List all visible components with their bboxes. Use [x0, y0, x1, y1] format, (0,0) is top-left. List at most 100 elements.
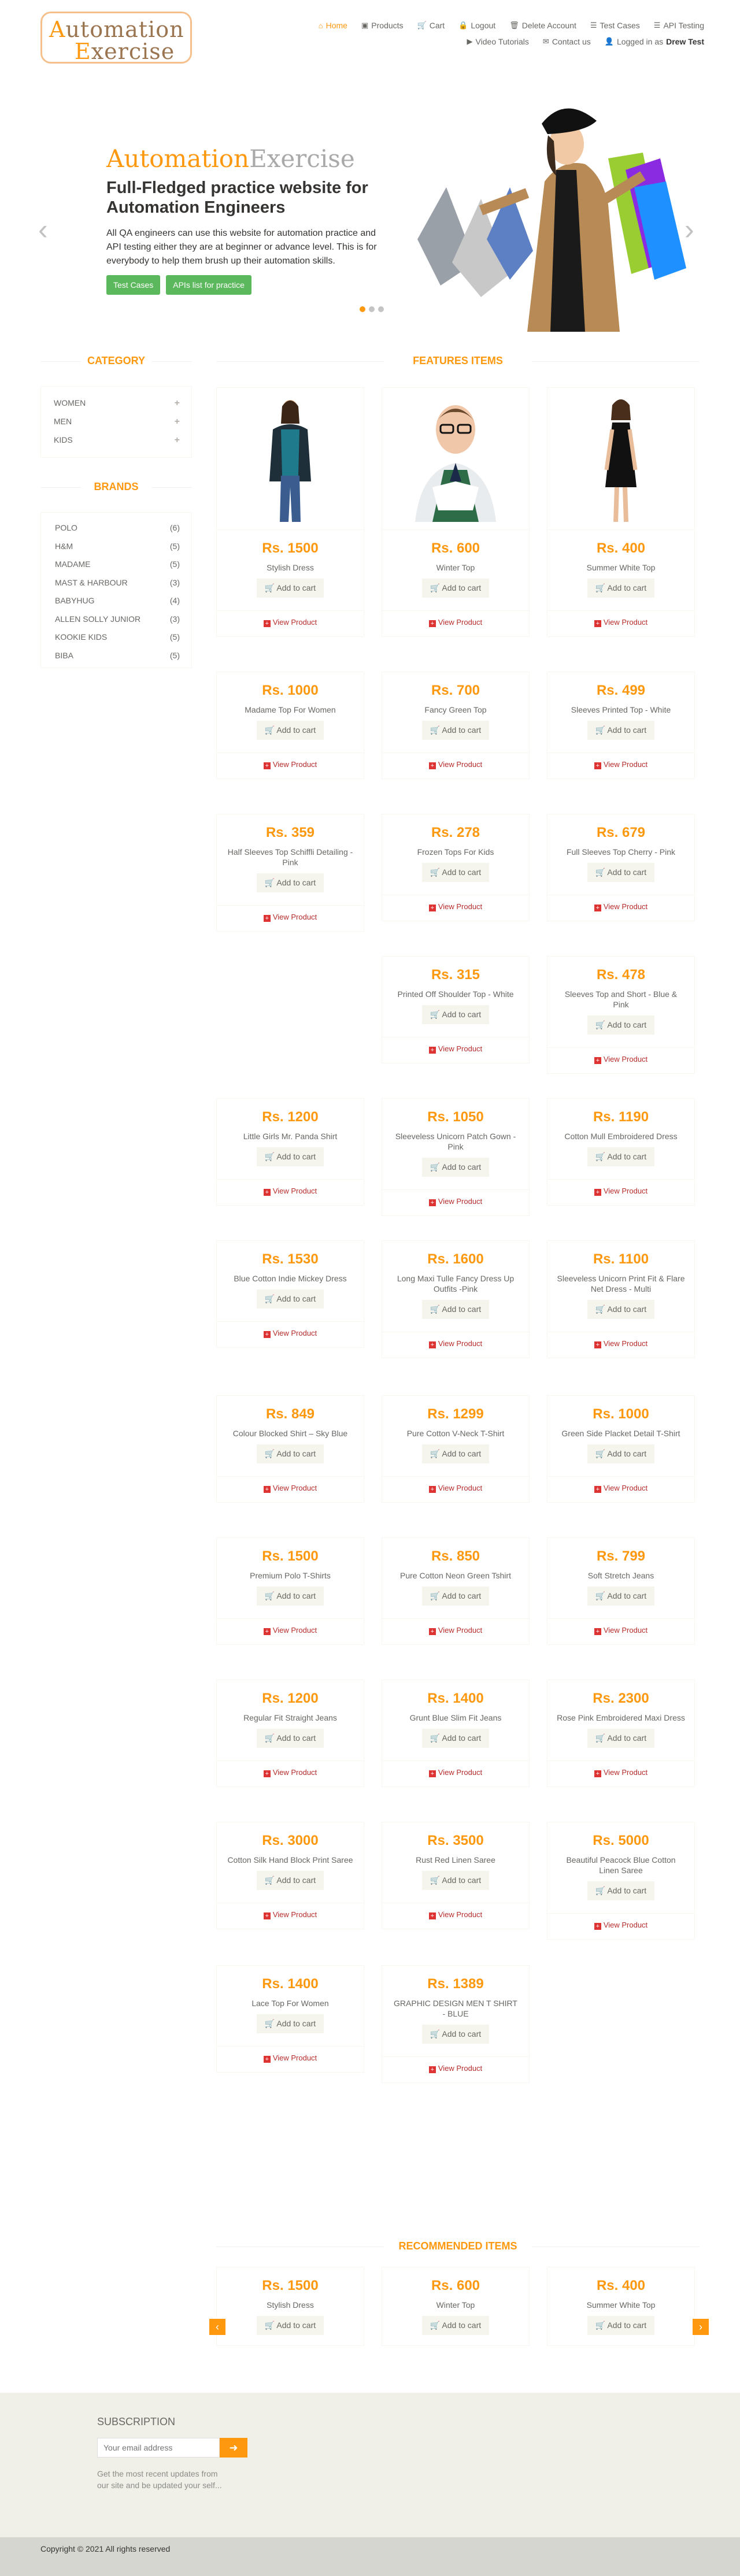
brand-item[interactable]: MAST & HARBOUR (3) — [55, 578, 180, 596]
add-to-cart-button[interactable]: 🛒 Add to cart — [587, 1444, 655, 1463]
brand-item[interactable]: KOOKIE KIDS (5) — [55, 632, 180, 651]
add-to-cart-button[interactable]: 🛒 Add to cart — [587, 1015, 655, 1035]
subscribe-button[interactable]: ➜ — [220, 2438, 247, 2458]
nav-home[interactable]: ⌂ Home — [319, 21, 347, 30]
add-to-cart-button[interactable]: 🛒 Add to cart — [587, 2316, 655, 2335]
site-logo[interactable]: Automation Exercise — [40, 12, 192, 64]
add-to-cart-button[interactable]: 🛒 Add to cart — [256, 1587, 324, 1606]
slider-dot[interactable] — [360, 306, 365, 312]
add-to-cart-button[interactable]: 🛒 Add to cart — [587, 863, 655, 882]
view-product-link[interactable]: +View Product — [382, 1910, 529, 1919]
add-to-cart-button[interactable]: 🛒 Add to cart — [421, 1587, 490, 1606]
add-to-cart-button[interactable]: 🛒 Add to cart — [421, 1158, 490, 1177]
apis-list-button[interactable]: APIs list for practice — [166, 275, 251, 295]
view-product-link[interactable]: +View Product — [547, 1626, 694, 1635]
view-product-link[interactable]: +View Product — [217, 1910, 364, 1919]
subscribe-email-input[interactable] — [97, 2438, 220, 2458]
add-to-cart-button[interactable]: 🛒 Add to cart — [256, 721, 324, 740]
nav-video-tutorials[interactable]: ▶ Video Tutorials — [467, 37, 529, 46]
add-to-cart-button[interactable]: 🛒 Add to cart — [587, 1729, 655, 1748]
nav-products[interactable]: ▣ Products — [361, 21, 404, 30]
nav-cart[interactable]: 🛒 Cart — [417, 21, 445, 30]
view-product-link[interactable]: +View Product — [382, 618, 529, 627]
view-product-link[interactable]: +View Product — [382, 1339, 529, 1348]
add-to-cart-button[interactable]: 🛒 Add to cart — [421, 579, 490, 598]
view-product-link[interactable]: +View Product — [217, 2054, 364, 2063]
category-item[interactable]: KIDS + — [54, 435, 180, 454]
recommended-next-arrow[interactable]: › — [693, 2319, 709, 2335]
add-to-cart-button[interactable]: 🛒 Add to cart — [256, 1871, 324, 1890]
add-to-cart-button[interactable]: 🛒 Add to cart — [421, 2025, 490, 2044]
view-product-link[interactable]: +View Product — [382, 760, 529, 769]
view-product-link[interactable]: +View Product — [547, 1921, 694, 1930]
add-to-cart-button[interactable]: 🛒 Add to cart — [256, 2316, 324, 2335]
brand-item[interactable]: MADAME (5) — [55, 559, 180, 578]
view-product-link[interactable]: +View Product — [547, 760, 694, 769]
view-product-link[interactable]: +View Product — [217, 1484, 364, 1493]
view-product-link[interactable]: +View Product — [382, 1197, 529, 1206]
view-product-link[interactable]: +View Product — [217, 760, 364, 769]
add-to-cart-button[interactable]: 🛒 Add to cart — [587, 1147, 655, 1166]
add-to-cart-button[interactable]: 🛒 Add to cart — [421, 1729, 490, 1748]
add-to-cart-button[interactable]: 🛒 Add to cart — [587, 1300, 655, 1319]
add-to-cart-button[interactable]: 🛒 Add to cart — [256, 1147, 324, 1166]
add-to-cart-button[interactable]: 🛒 Add to cart — [587, 1881, 655, 1900]
add-to-cart-button[interactable]: 🛒 Add to cart — [256, 1444, 324, 1463]
view-product-link[interactable]: +View Product — [217, 1329, 364, 1338]
add-to-cart-button[interactable]: 🛒 Add to cart — [421, 2316, 490, 2335]
view-product-link[interactable]: +View Product — [547, 618, 694, 627]
add-to-cart-button[interactable]: 🛒 Add to cart — [421, 863, 490, 882]
add-to-cart-button[interactable]: 🛒 Add to cart — [256, 2014, 324, 2033]
add-to-cart-button[interactable]: 🛒 Add to cart — [587, 1587, 655, 1606]
brand-item[interactable]: POLO (6) — [55, 523, 180, 542]
nav-test-cases[interactable]: ☰ Test Cases — [590, 21, 640, 30]
nav-delete-account[interactable]: 🗑 Delete Account — [509, 21, 576, 30]
nav-contact-us[interactable]: ✉ Contact us — [543, 37, 591, 46]
view-product-link[interactable]: +View Product — [217, 1187, 364, 1196]
add-to-cart-button[interactable]: 🛒 Add to cart — [256, 1289, 324, 1309]
view-product-link[interactable]: +View Product — [547, 1187, 694, 1196]
brand-item[interactable]: BABYHUG (4) — [55, 596, 180, 614]
add-to-cart-button[interactable]: 🛒 Add to cart — [421, 1871, 490, 1890]
add-to-cart-button[interactable]: 🛒 Add to cart — [421, 721, 490, 740]
nav-logout[interactable]: 🔒 Logout — [458, 21, 495, 30]
view-product-link[interactable]: +View Product — [547, 1484, 694, 1493]
plus-icon[interactable]: + — [175, 435, 180, 454]
brand-item[interactable]: BIBA (5) — [55, 651, 180, 669]
category-item[interactable]: WOMEN + — [54, 398, 180, 417]
category-item[interactable]: MEN + — [54, 417, 180, 435]
view-product-link[interactable]: +View Product — [547, 1339, 694, 1348]
slider-next-arrow[interactable]: › — [684, 215, 694, 244]
view-product-link[interactable]: +View Product — [382, 902, 529, 911]
add-to-cart-button[interactable]: 🛒 Add to cart — [587, 721, 655, 740]
add-to-cart-button[interactable]: 🛒 Add to cart — [421, 1300, 490, 1319]
view-product-link[interactable]: +View Product — [547, 1768, 694, 1777]
slider-prev-arrow[interactable]: ‹ — [38, 215, 48, 244]
add-to-cart-button[interactable]: 🛒 Add to cart — [421, 1444, 490, 1463]
view-product-link[interactable]: +View Product — [382, 1768, 529, 1777]
view-product-link[interactable]: +View Product — [382, 1484, 529, 1493]
view-product-link[interactable]: +View Product — [382, 2064, 529, 2073]
test-cases-button[interactable]: Test Cases — [106, 275, 161, 295]
brand-item[interactable]: ALLEN SOLLY JUNIOR (3) — [55, 614, 180, 633]
slider-dot[interactable] — [378, 306, 384, 312]
view-product-link[interactable]: +View Product — [547, 902, 694, 911]
nav-api-testing[interactable]: ☰ API Testing — [654, 21, 704, 30]
view-product-link[interactable]: +View Product — [217, 1626, 364, 1635]
plus-icon[interactable]: + — [175, 398, 180, 417]
view-product-link[interactable]: +View Product — [217, 618, 364, 627]
recommended-prev-arrow[interactable]: ‹ — [209, 2319, 225, 2335]
add-to-cart-button[interactable]: 🛒 Add to cart — [421, 1005, 490, 1024]
add-to-cart-button[interactable]: 🛒 Add to cart — [256, 873, 324, 892]
view-product-link[interactable]: +View Product — [547, 1055, 694, 1064]
view-product-link[interactable]: +View Product — [217, 1768, 364, 1777]
slider-dot[interactable] — [369, 306, 375, 312]
view-product-link[interactable]: +View Product — [217, 913, 364, 922]
add-to-cart-button[interactable]: 🛒 Add to cart — [587, 579, 655, 598]
brand-item[interactable]: H&M (5) — [55, 542, 180, 560]
view-product-link[interactable]: +View Product — [382, 1044, 529, 1054]
add-to-cart-button[interactable]: 🛒 Add to cart — [256, 1729, 324, 1748]
plus-icon[interactable]: + — [175, 417, 180, 435]
add-to-cart-button[interactable]: 🛒 Add to cart — [256, 579, 324, 598]
view-product-link[interactable]: +View Product — [382, 1626, 529, 1635]
